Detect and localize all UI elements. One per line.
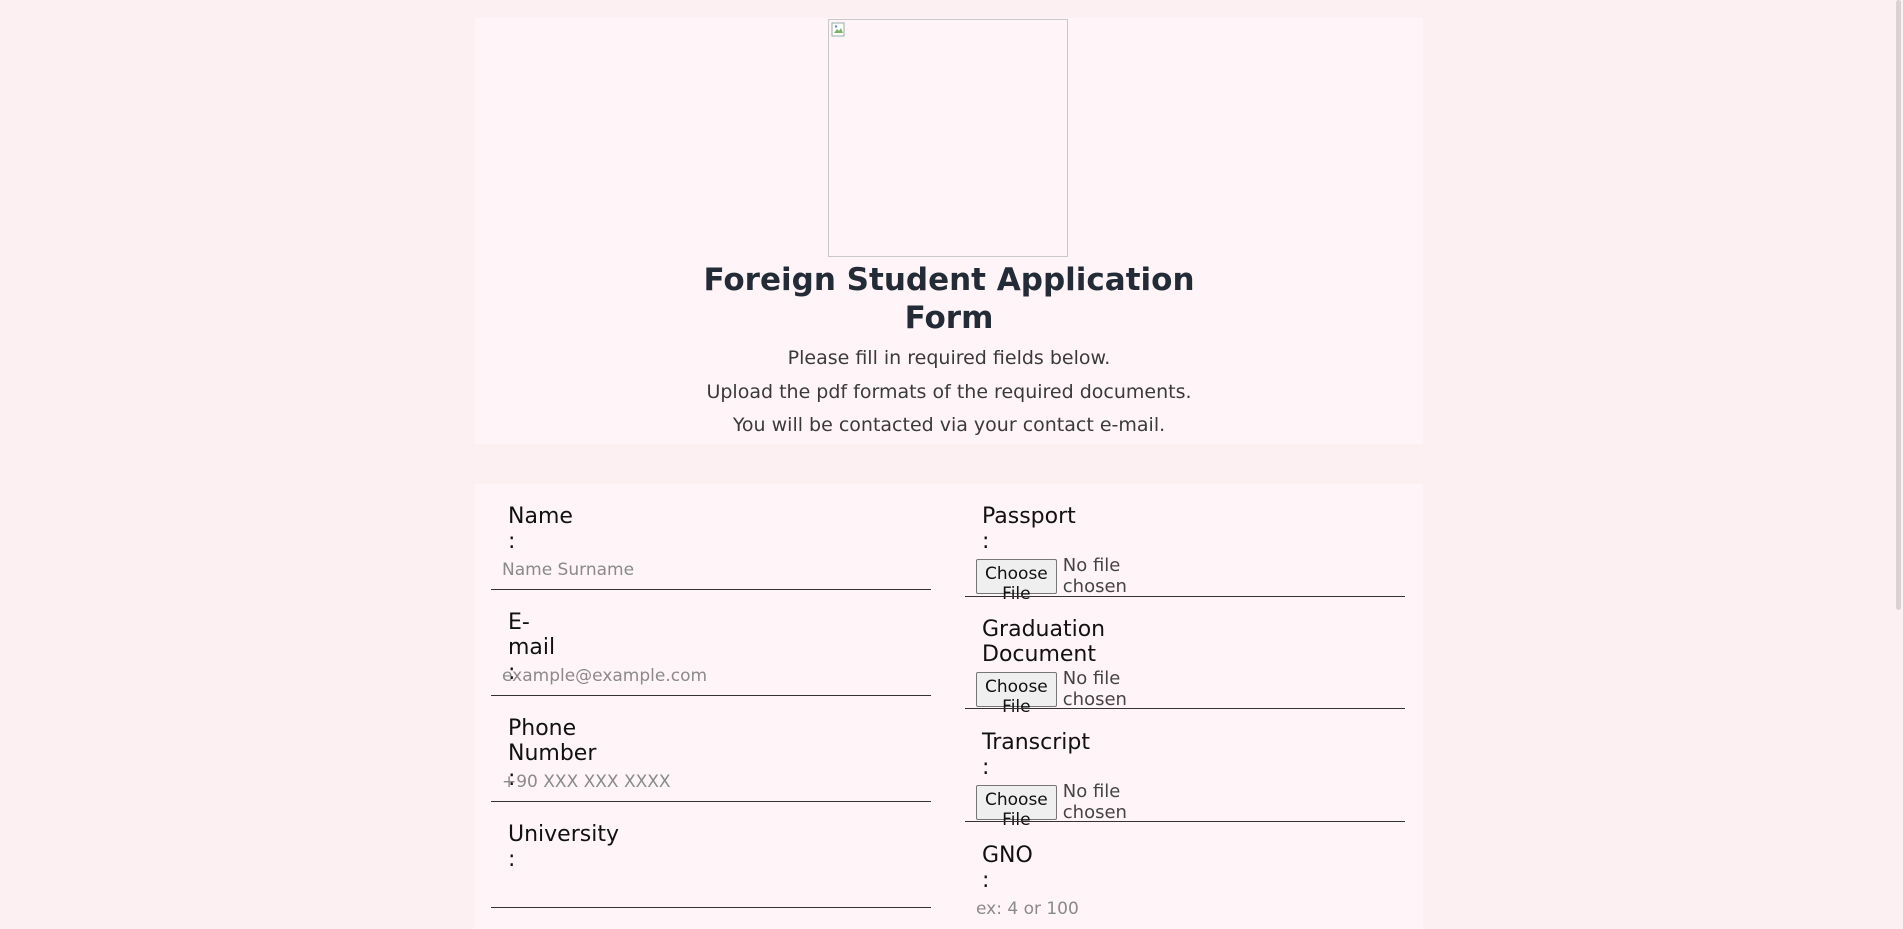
university-input[interactable] bbox=[502, 873, 922, 903]
transcript-underline bbox=[965, 821, 1405, 822]
title-line-2: Form bbox=[904, 300, 994, 336]
name-underline bbox=[491, 589, 931, 590]
passport-choose-file-button[interactable]: Choose File bbox=[976, 558, 1057, 604]
page-scrollbar[interactable] bbox=[1891, 0, 1903, 929]
broken-image-icon bbox=[831, 22, 845, 37]
transcript-file-status: No file chosen bbox=[1062, 781, 1127, 823]
instruction-text-2: Upload the pdf formats of the required d… bbox=[706, 381, 1192, 403]
name-input[interactable] bbox=[502, 555, 922, 585]
scrollbar-thumb[interactable] bbox=[1896, 0, 1901, 610]
email-input[interactable] bbox=[502, 661, 922, 691]
university-label: University : bbox=[508, 822, 619, 872]
title-line-1: Foreign Student Application bbox=[703, 262, 1195, 298]
instruction-text-1: Please fill in required fields below. bbox=[787, 347, 1111, 369]
graduation-file-status: No file chosen bbox=[1062, 668, 1127, 710]
gno-input[interactable] bbox=[976, 894, 1396, 924]
logo-image-broken bbox=[828, 19, 1068, 257]
graduation-file-input: Choose File No file chosen bbox=[976, 668, 1127, 717]
gno-label: GNO : bbox=[982, 843, 1033, 893]
graduation-choose-file-button[interactable]: Choose File bbox=[976, 671, 1057, 717]
email-underline bbox=[491, 695, 931, 696]
page-title: Foreign Student Application Form bbox=[475, 261, 1423, 337]
university-underline bbox=[491, 907, 931, 908]
passport-file-status: No file chosen bbox=[1062, 555, 1127, 597]
passport-underline bbox=[965, 596, 1405, 597]
passport-file-input: Choose File No file chosen bbox=[976, 555, 1127, 604]
page: Foreign Student Application Form Please … bbox=[0, 0, 1903, 929]
transcript-label: Transcript : bbox=[982, 730, 1090, 780]
name-label: Name : bbox=[508, 504, 573, 554]
phone-underline bbox=[491, 801, 931, 802]
instruction-text-3: You will be contacted via your contact e… bbox=[732, 414, 1166, 436]
transcript-file-input: Choose File No file chosen bbox=[976, 781, 1127, 830]
graduation-underline bbox=[965, 708, 1405, 709]
phone-input[interactable] bbox=[502, 767, 922, 797]
passport-label: Passport : bbox=[982, 504, 1076, 554]
transcript-choose-file-button[interactable]: Choose File bbox=[976, 784, 1057, 830]
